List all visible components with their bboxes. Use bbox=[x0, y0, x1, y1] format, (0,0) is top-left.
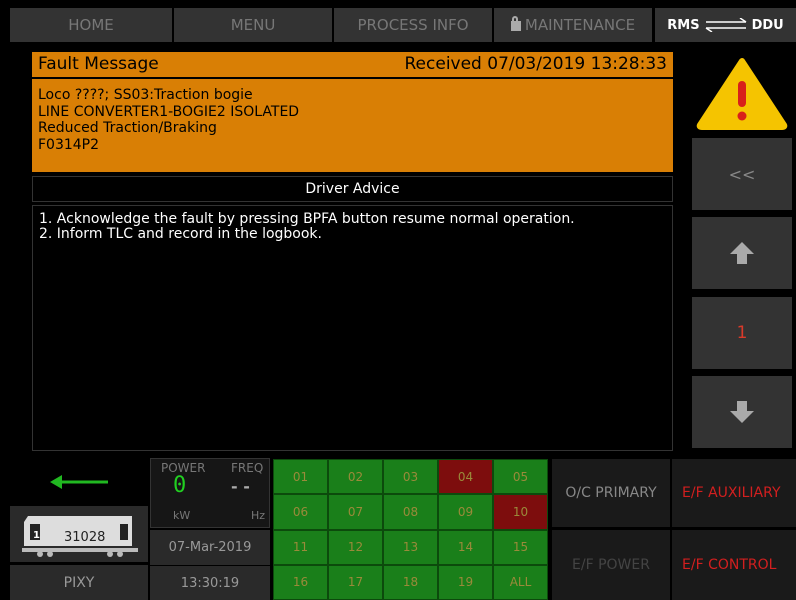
arrow-up-icon bbox=[730, 242, 754, 264]
warning-icon bbox=[692, 55, 792, 130]
fault-code: F0314P2 bbox=[38, 136, 100, 153]
fault-message-title: Fault Message bbox=[38, 54, 159, 74]
unit-cell-all[interactable]: ALL bbox=[493, 564, 548, 600]
fault-message-header: Fault Message Received 07/03/2019 13:28:… bbox=[32, 52, 673, 78]
unit-cell-11[interactable]: 11 bbox=[273, 529, 328, 565]
nav-menu-label: MENU bbox=[230, 16, 276, 34]
unit-cell-18[interactable]: 18 bbox=[383, 564, 438, 600]
nav-home[interactable]: HOME bbox=[10, 8, 172, 42]
cab-number: 1 bbox=[33, 530, 40, 541]
scroll-down-button[interactable] bbox=[692, 376, 792, 448]
driver-advice-title: Driver Advice bbox=[32, 176, 673, 202]
rms-ddu-toggle[interactable]: RMS DDU bbox=[655, 8, 796, 42]
back-button-label: << bbox=[728, 164, 756, 184]
unit-cell-12[interactable]: 12 bbox=[328, 529, 383, 565]
back-button[interactable]: << bbox=[692, 138, 792, 210]
nav-menu[interactable]: MENU bbox=[174, 8, 332, 42]
driver-advice-body: 1. Acknowledge the fault by pressing BPF… bbox=[32, 205, 673, 451]
nav-maintenance-label: MAINTENANCE bbox=[524, 16, 636, 34]
lock-icon bbox=[510, 16, 521, 31]
nav-process-info-label: PROCESS INFO bbox=[357, 16, 469, 34]
unit-cell-10[interactable]: 10 bbox=[493, 494, 548, 530]
unit-cell-13[interactable]: 13 bbox=[383, 529, 438, 565]
arrow-left-icon bbox=[50, 475, 108, 489]
fault-line: Reduced Traction/Braking bbox=[38, 120, 217, 136]
loco-number: 31028 bbox=[64, 530, 106, 545]
fault-line: Loco ????; SS03:Traction bogie bbox=[38, 87, 253, 103]
loco-display: 31028 1 bbox=[10, 506, 148, 562]
time-value: 13:30:19 bbox=[180, 575, 240, 591]
unit-cell-15[interactable]: 15 bbox=[493, 529, 548, 565]
date-display: 07-Mar-2019 bbox=[150, 530, 270, 565]
unit-cell-16[interactable]: 16 bbox=[273, 564, 328, 600]
ef-auxiliary-label: E/F AUXILIARY bbox=[682, 485, 781, 501]
freq-label: FREQ bbox=[231, 461, 264, 475]
ef-power-button[interactable]: E/F POWER bbox=[552, 530, 670, 600]
freq-unit: Hz bbox=[251, 509, 266, 522]
nav-maintenance[interactable]: MAINTENANCE bbox=[494, 8, 652, 42]
direction-indicator bbox=[10, 460, 148, 504]
ef-control-button[interactable]: E/F CONTROL bbox=[672, 530, 796, 600]
fault-received-timestamp: Received 07/03/2019 13:28:33 bbox=[404, 54, 668, 74]
power-value: 0 bbox=[173, 473, 187, 498]
unit-cell-03[interactable]: 03 bbox=[383, 459, 438, 495]
unit-cell-04[interactable]: 04 bbox=[438, 459, 493, 495]
pixy-label: PIXY bbox=[63, 574, 95, 591]
ef-power-label: E/F POWER bbox=[572, 557, 650, 573]
fault-message-body: Loco ????; SS03:Traction bogie LINE CONV… bbox=[32, 79, 673, 172]
nav-home-label: HOME bbox=[68, 16, 114, 34]
rms-label: RMS bbox=[667, 17, 700, 33]
date-value: 07-Mar-2019 bbox=[168, 540, 252, 555]
ef-control-label: E/F CONTROL bbox=[682, 557, 777, 573]
unit-cell-06[interactable]: 06 bbox=[273, 494, 328, 530]
time-display: 13:30:19 bbox=[150, 566, 270, 600]
ef-auxiliary-button[interactable]: E/F AUXILIARY bbox=[672, 459, 796, 527]
advice-line: 2. Inform TLC and record in the logbook. bbox=[39, 226, 322, 242]
pixy-button[interactable]: PIXY bbox=[10, 565, 148, 600]
unit-cell-08[interactable]: 08 bbox=[383, 494, 438, 530]
unit-cell-19[interactable]: 19 bbox=[438, 564, 493, 600]
unit-cell-17[interactable]: 17 bbox=[328, 564, 383, 600]
fault-line: LINE CONVERTER1-BOGIE2 ISOLATED bbox=[38, 103, 300, 120]
ddu-label: DDU bbox=[751, 17, 784, 33]
page-number: 1 bbox=[736, 323, 748, 343]
unit-cell-01[interactable]: 01 bbox=[273, 459, 328, 495]
power-unit: kW bbox=[173, 509, 191, 522]
unit-status-grid: 01 02 03 04 05 06 07 08 09 10 11 12 13 14 15 16 17 18 19 AL… bbox=[273, 459, 548, 600]
nav-process-info[interactable]: PROCESS INFO bbox=[334, 8, 492, 42]
oc-primary-label: O/C PRIMARY bbox=[565, 485, 657, 501]
unit-cell-07[interactable]: 07 bbox=[328, 494, 383, 530]
scroll-up-button[interactable] bbox=[692, 217, 792, 289]
page-number-indicator: 1 bbox=[692, 297, 792, 369]
swap-arrows-icon bbox=[705, 18, 746, 32]
advice-line: 1. Acknowledge the fault by pressing BPF… bbox=[39, 211, 575, 227]
oc-primary-button[interactable]: O/C PRIMARY bbox=[552, 459, 670, 527]
power-freq-panel: POWER FREQ 0 - - kW Hz bbox=[150, 458, 270, 528]
unit-cell-05[interactable]: 05 bbox=[493, 459, 548, 495]
unit-cell-09[interactable]: 09 bbox=[438, 494, 493, 530]
unit-cell-14[interactable]: 14 bbox=[438, 529, 493, 565]
unit-cell-02[interactable]: 02 bbox=[328, 459, 383, 495]
freq-value: - - bbox=[231, 477, 250, 496]
arrow-down-icon bbox=[730, 401, 754, 423]
